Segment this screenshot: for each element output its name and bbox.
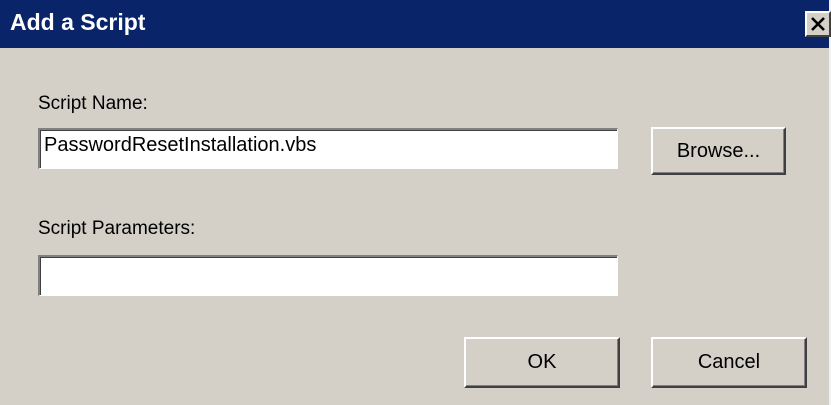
script-parameters-label: Script Parameters: xyxy=(38,218,196,239)
add-script-dialog: Add a Script Script Name: PasswordResetI… xyxy=(0,0,831,405)
title-bar[interactable]: Add a Script xyxy=(0,0,831,48)
dialog-title: Add a Script xyxy=(10,9,146,35)
ok-button[interactable]: OK xyxy=(464,337,620,388)
cancel-button[interactable]: Cancel xyxy=(651,337,807,388)
script-name-label: Script Name: xyxy=(38,93,148,114)
close-icon xyxy=(811,17,825,31)
script-parameters-input[interactable] xyxy=(38,255,618,296)
browse-button[interactable]: Browse... xyxy=(651,127,786,175)
close-button[interactable] xyxy=(805,11,831,37)
script-name-input[interactable]: PasswordResetInstallation.vbs xyxy=(38,128,618,169)
